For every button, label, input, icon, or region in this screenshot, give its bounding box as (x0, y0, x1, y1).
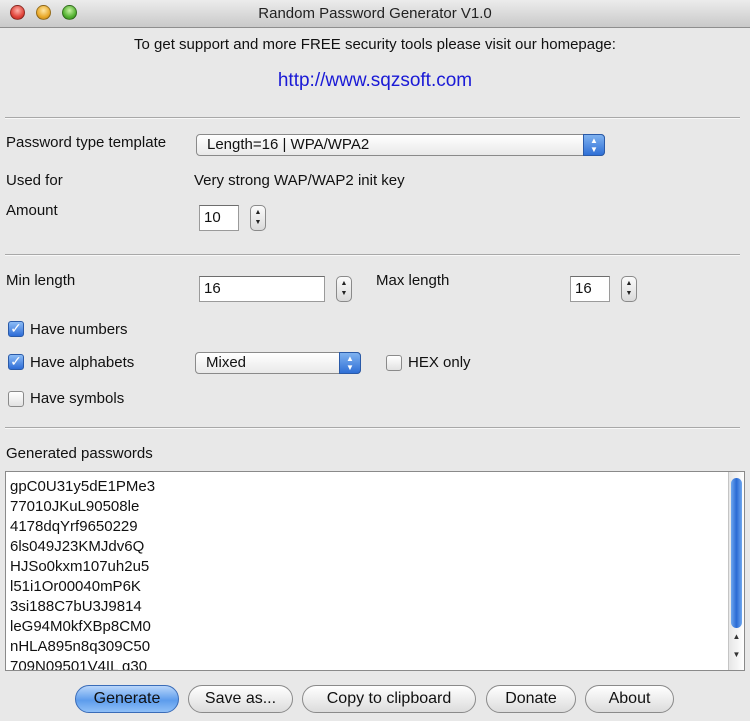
hex-only-checkbox[interactable] (386, 355, 402, 371)
generated-passwords-textarea[interactable]: gpC0U31y5dE1PMe3 77010JKuL90508le 4178dq… (5, 471, 745, 671)
separator (5, 117, 740, 119)
have-alphabets-label: Have alphabets (30, 354, 135, 371)
copy-to-clipboard-button[interactable]: Copy to clipboard (302, 685, 476, 713)
used-for-label: Used for (6, 172, 63, 189)
homepage-link[interactable]: http://www.sqzsoft.com (0, 70, 750, 92)
password-line: HJSo0kxm107uh2u5 (10, 558, 150, 575)
save-as-button[interactable]: Save as... (188, 685, 293, 713)
min-length-stepper[interactable]: ▲ ▼ (336, 276, 352, 302)
password-line: 77010JKuL90508le (10, 498, 140, 515)
title-bar: Random Password Generator V1.0 (0, 0, 750, 28)
hex-only-label: HEX only (408, 354, 471, 371)
max-length-label: Max length (376, 272, 450, 289)
template-label: Password type template (6, 134, 167, 151)
password-line: 709N09501V4IL g30 (10, 658, 148, 671)
alphabet-case-select[interactable]: Mixed ▲ ▼ (195, 352, 361, 374)
password-line: 6ls049J23KMJdv6Q (10, 538, 145, 555)
have-alphabets-checkbox[interactable]: ✓ (8, 354, 24, 370)
password-line: l51i1Or00040mP6K (10, 578, 141, 595)
password-line: leG94M0kfXBp8CM0 (10, 618, 151, 635)
have-symbols-checkbox[interactable] (8, 391, 24, 407)
amount-field[interactable]: 10 (199, 205, 239, 231)
template-select[interactable]: Length=16 | WPA/WPA2 ▲ ▼ (196, 134, 605, 156)
password-line: nHLA895n8q309C50 (10, 638, 151, 655)
have-symbols-label: Have symbols (30, 390, 125, 407)
scroll-down-arrow-icon[interactable]: ▼ (729, 650, 744, 659)
chevron-updown-icon: ▲ ▼ (339, 352, 361, 374)
scroll-up-arrow-icon[interactable]: ▲ (729, 632, 744, 641)
vertical-scrollbar[interactable]: ▲ ▼ (728, 472, 744, 670)
min-length-label: Min length (6, 272, 76, 289)
password-line: 4178dqYrf9650229 (10, 518, 138, 535)
password-line: gpC0U31y5dE1PMe3 (10, 478, 156, 495)
used-for-value: Very strong WAP/WAP2 init key (194, 172, 405, 189)
template-selected-value: Length=16 | WPA/WPA2 (207, 136, 370, 153)
alphabet-case-value: Mixed (206, 354, 247, 371)
support-text: To get support and more FREE security to… (134, 36, 616, 53)
amount-label: Amount (6, 202, 58, 219)
donate-button[interactable]: Donate (486, 685, 576, 713)
generated-passwords-label: Generated passwords (6, 445, 153, 462)
generate-button[interactable]: Generate (75, 685, 179, 713)
have-numbers-checkbox[interactable]: ✓ (8, 321, 24, 337)
scrollbar-thumb[interactable] (731, 478, 742, 628)
min-length-field[interactable]: 16 (199, 276, 325, 302)
password-line: 3si188C7bU3J9814 (10, 598, 142, 615)
about-button[interactable]: About (585, 685, 674, 713)
chevron-updown-icon: ▲ ▼ (583, 134, 605, 156)
max-length-stepper[interactable]: ▲ ▼ (621, 276, 637, 302)
have-numbers-label: Have numbers (30, 321, 128, 338)
separator (5, 427, 740, 429)
amount-stepper[interactable]: ▲ ▼ (250, 205, 266, 231)
separator (5, 254, 740, 256)
max-length-field[interactable]: 16 (570, 276, 610, 302)
window-title: Random Password Generator V1.0 (258, 5, 492, 22)
